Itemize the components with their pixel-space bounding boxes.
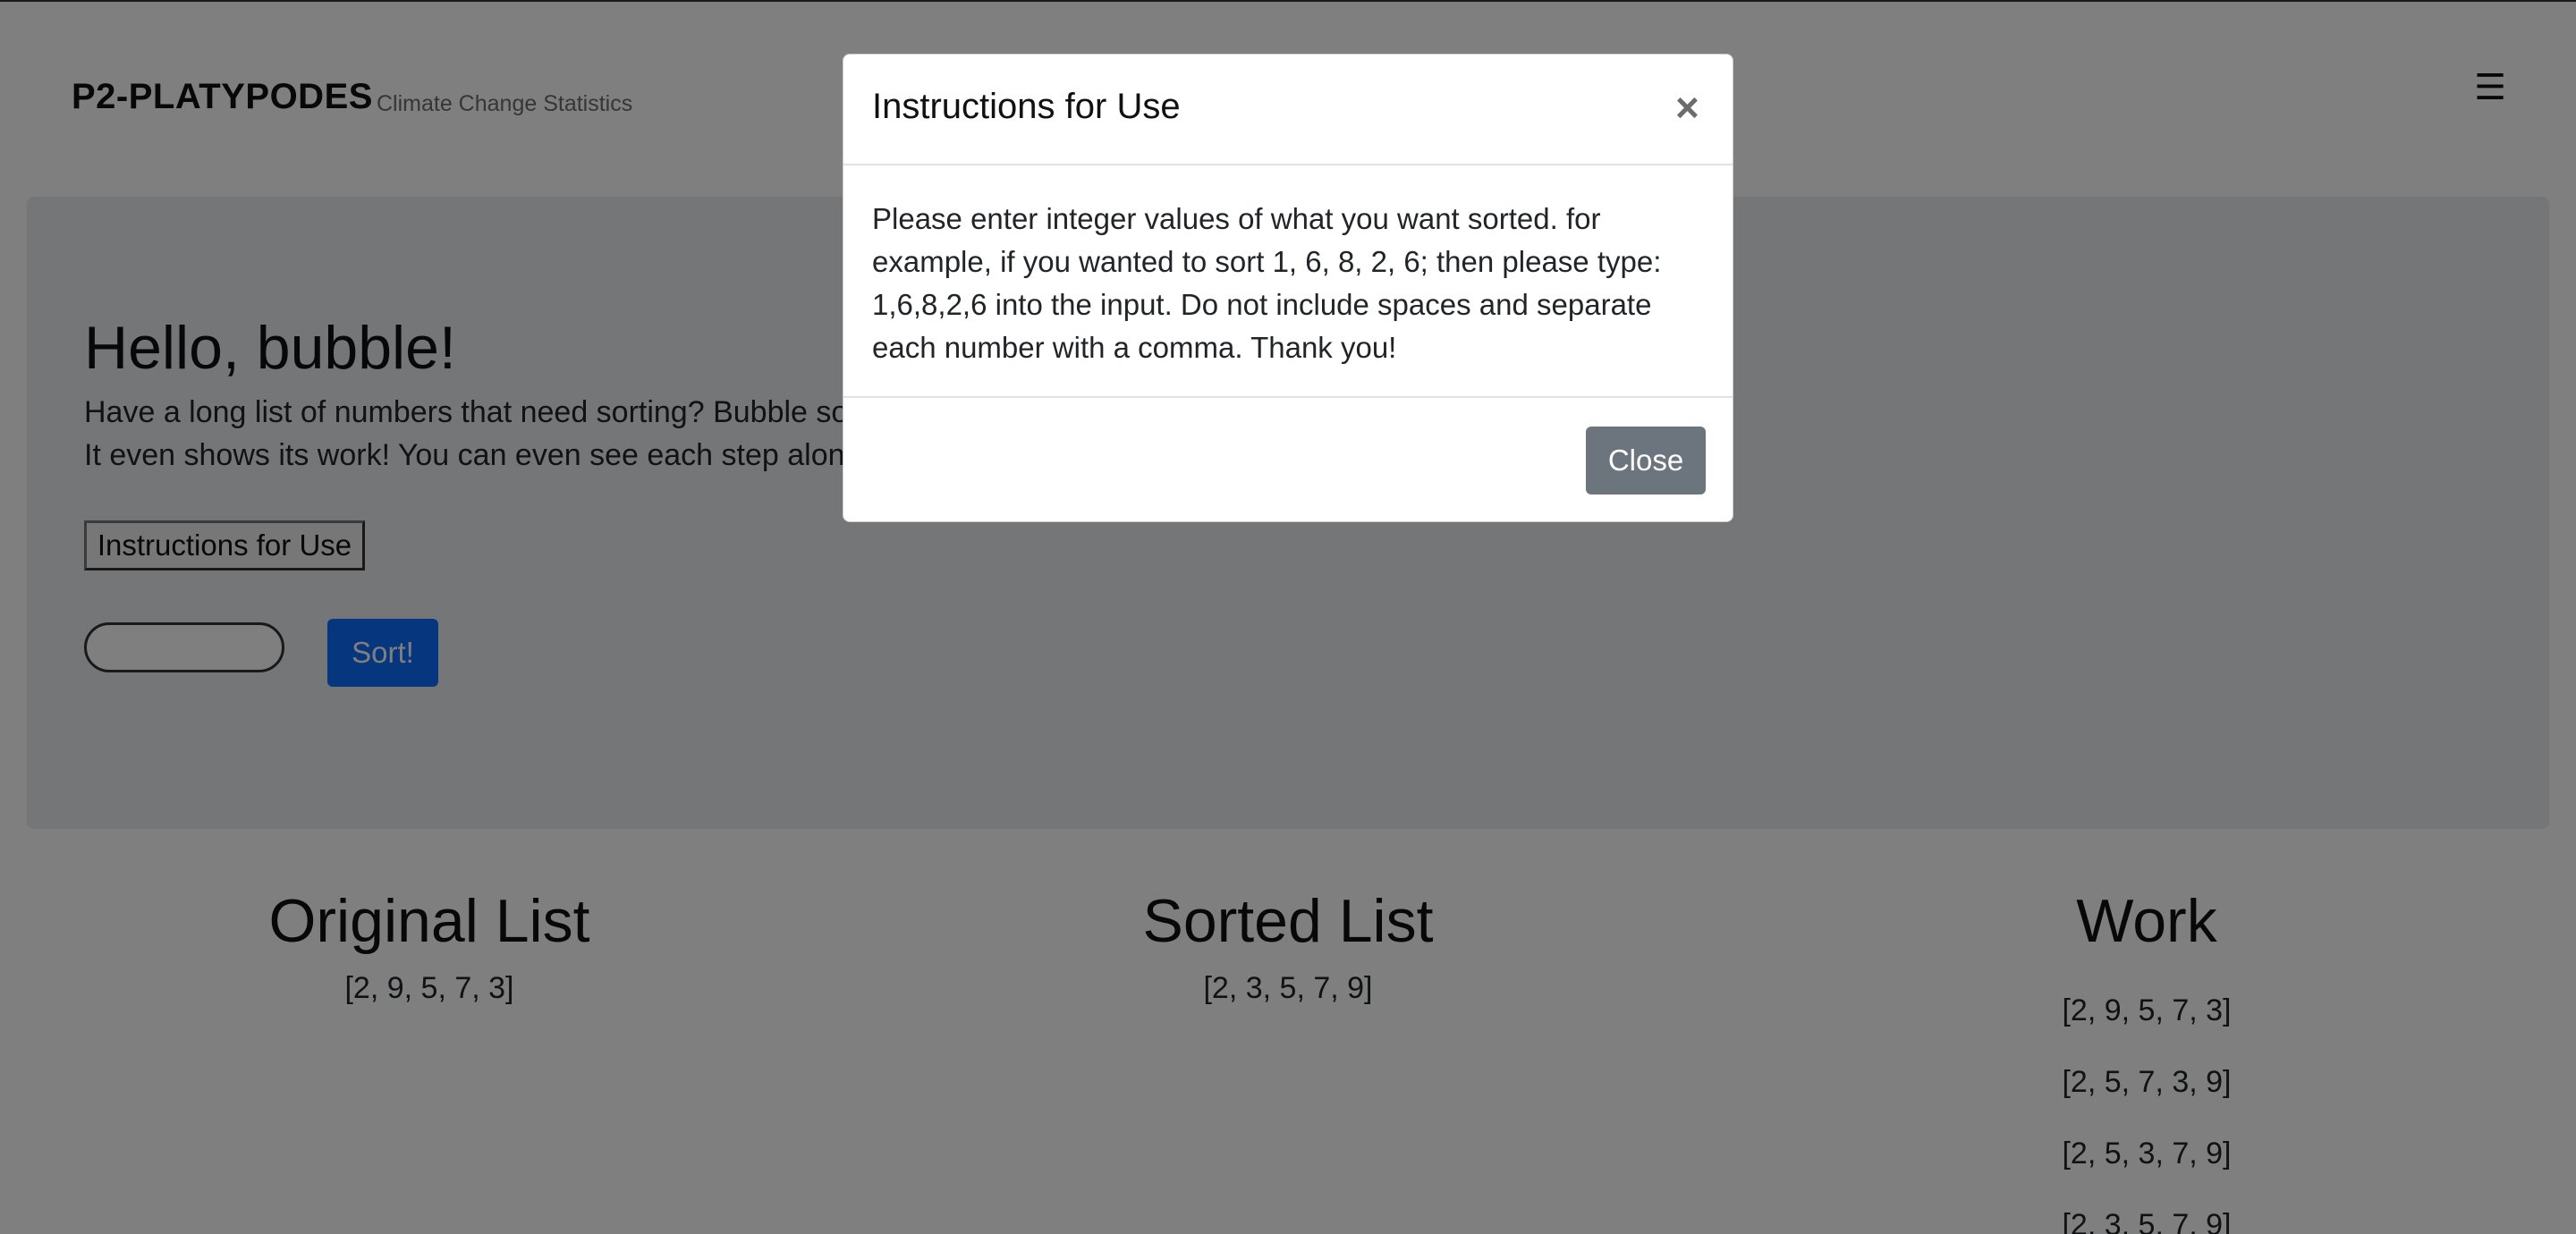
- modal-title: Instructions for Use: [872, 87, 1181, 126]
- instructions-modal: Instructions for Use × Please enter inte…: [843, 54, 1733, 522]
- modal-header: Instructions for Use ×: [843, 55, 1733, 165]
- modal-footer: Close: [843, 396, 1733, 523]
- close-icon[interactable]: ×: [1675, 87, 1699, 128]
- modal-close-button[interactable]: Close: [1586, 427, 1706, 494]
- modal-body-text: Please enter integer values of what you …: [872, 202, 1662, 364]
